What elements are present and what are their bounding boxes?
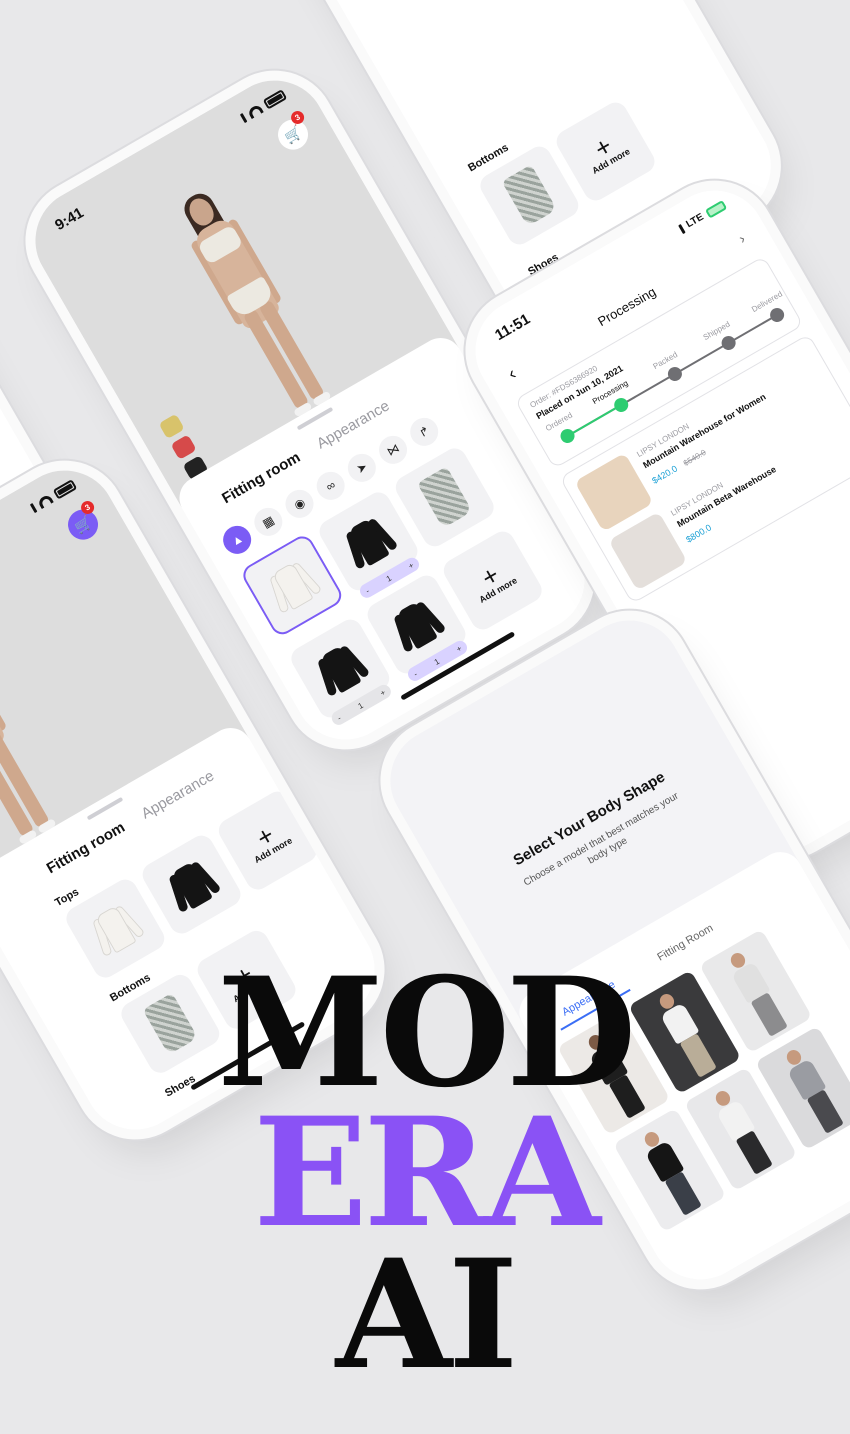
category-hat-icon[interactable]: ◉ <box>280 484 319 523</box>
status-icons <box>29 479 78 514</box>
status-icons: LTE <box>677 199 728 235</box>
status-time: 9:41 <box>52 204 87 235</box>
step-ordered-dot <box>557 426 578 446</box>
signal-icon <box>29 502 38 514</box>
stepper-minus[interactable]: - <box>364 586 371 595</box>
step-shipped-dot <box>719 333 739 353</box>
battery-icon <box>262 89 288 110</box>
stepper-plus[interactable]: + <box>378 687 387 697</box>
stepper-value: 1 <box>384 573 393 584</box>
order-item-1-price: $420.0 <box>650 463 680 486</box>
model-arm-right <box>0 645 8 733</box>
step-delivered-dot <box>767 305 787 325</box>
category-boot-icon[interactable]: ↱ <box>405 412 444 451</box>
white-cardigan-image <box>264 556 323 614</box>
step-processing-dot <box>611 395 631 415</box>
network-label: LTE <box>684 211 706 231</box>
cart-icon: 🛒 <box>71 512 95 536</box>
category-bowtie-icon[interactable]: ⋈ <box>373 430 413 469</box>
battery-icon <box>52 479 78 500</box>
stepper-value: 1 <box>356 700 365 711</box>
black-sweater-image <box>340 512 399 570</box>
model-figure <box>168 185 345 432</box>
wifi-icon <box>36 493 54 510</box>
battery-charging-icon <box>704 199 728 219</box>
category-pants-icon[interactable]: ▦ <box>249 502 288 541</box>
status-bar <box>0 477 81 630</box>
signal-icon <box>239 112 248 124</box>
category-glasses-icon[interactable]: ∞ <box>311 466 350 505</box>
category-tops-icon[interactable]: ▲ <box>218 520 257 559</box>
black-sweater-image <box>312 639 371 697</box>
white-cardigan-image <box>87 900 146 958</box>
brand-wordmark-line-3: AI <box>335 1227 519 1403</box>
tab-fitting-room[interactable]: Fitting room <box>44 819 128 877</box>
status-icons <box>239 89 288 124</box>
color-swatch-1[interactable] <box>158 413 185 440</box>
cart-button[interactable]: 🛒 3 <box>272 108 314 156</box>
stepper-minus[interactable]: - <box>412 669 419 678</box>
wifi-icon <box>246 103 264 120</box>
black-sweater-image <box>388 595 447 653</box>
stepper-value: 1 <box>432 656 441 667</box>
cart-count-badge: 3 <box>288 108 307 127</box>
skirt-image <box>416 466 473 529</box>
color-swatch-2[interactable] <box>170 434 197 460</box>
skirt-image <box>501 164 558 227</box>
tab-appearance[interactable]: Appearance <box>139 767 218 822</box>
status-time: 11:51 <box>492 310 534 345</box>
signal-icon <box>677 224 686 235</box>
stepper-plus[interactable]: + <box>455 643 464 653</box>
category-heels-icon[interactable]: ➤ <box>342 448 381 487</box>
cart-button[interactable]: 🛒 3 <box>62 498 104 546</box>
status-bar: 9:41 <box>45 87 291 240</box>
order-item-1-old-price: $540.0 <box>681 447 708 468</box>
progress-track-done <box>566 404 621 438</box>
stepper-plus[interactable]: + <box>407 560 416 570</box>
step-packed-dot <box>665 364 685 384</box>
black-sweater-image <box>163 856 222 914</box>
brand-wordmark-line-2: ERA <box>253 1085 600 1261</box>
stepper-minus[interactable]: - <box>336 713 343 722</box>
body-shape-title: Select Your Body Shape <box>510 768 668 870</box>
cart-icon: 🛒 <box>281 122 305 146</box>
cart-count-badge: 3 <box>78 498 97 517</box>
order-item-2-price: $800.0 <box>684 522 714 545</box>
